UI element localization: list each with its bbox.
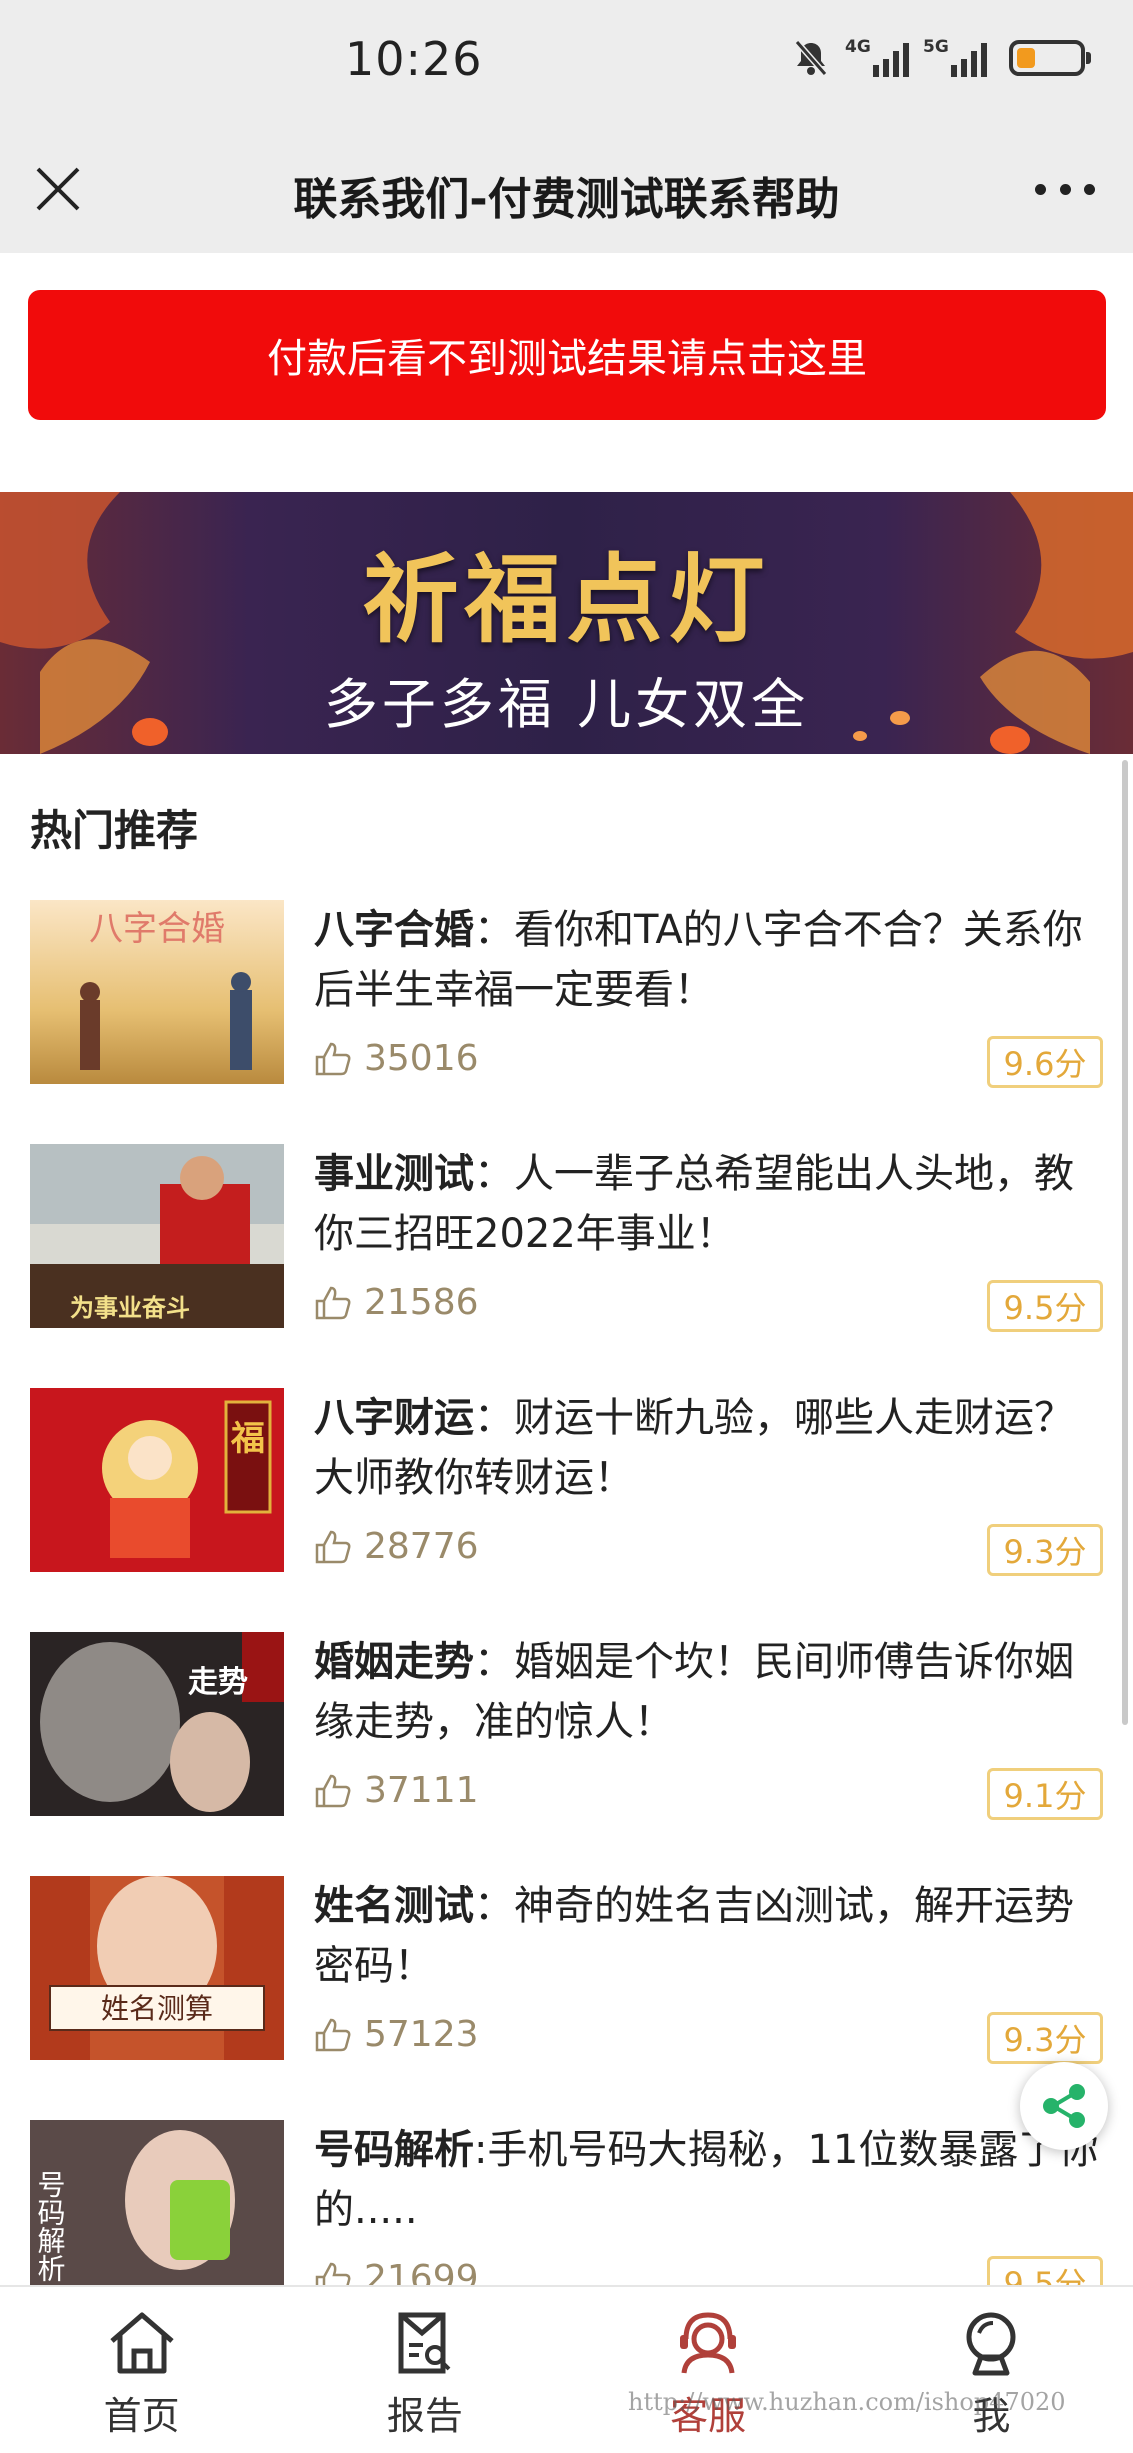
item-title: 婚姻走势 [314,1639,474,1685]
list-item[interactable]: 姓名测算 姓名测试：神奇的姓名吉凶测试，解开运势密码！ 57123 9.3分 [0,1876,1133,2120]
item-text: 事业测试：人一辈子总希望能出人头地，教你三招旺2022年事业！ [314,1144,1104,1264]
likes-count: 37111 [364,1770,479,1811]
watermark: http://www.huzhan.com/ishop47020 [628,2388,1066,2416]
score-badge: 9.3分 [987,1524,1103,1576]
list-item[interactable]: 八字合婚 八字合婚：看你和TA的八字合不合？关系你后半生幸福一定要看！ 3501… [0,900,1133,1144]
item-title: 八字财运 [314,1395,474,1441]
page-title: 联系我们-付费测试联系帮助 [293,174,840,225]
thumbnail-text: 八字合婚 [89,909,225,949]
share-button[interactable] [1020,2062,1108,2150]
likes-count: 21586 [364,1282,479,1323]
user-icon [966,2312,1016,2376]
section-title: 热门推荐 [30,806,199,855]
score-badge: 9.5分 [987,1280,1103,1332]
item-text: 八字财运：财运十断九验，哪些人走财运？大师教你转财运！ [314,1388,1104,1508]
tab-report[interactable]: 报告 [283,2287,566,2453]
payment-help-button[interactable]: 付款后看不到测试结果请点击这里 [28,290,1106,420]
likes[interactable]: 37111 [314,1770,479,1811]
likes-count: 28776 [364,1526,479,1567]
item-title: 号码解析 [314,2127,474,2173]
likes[interactable]: 57123 [314,2014,479,2055]
thumbs-up-icon [315,1042,351,1075]
banner[interactable]: 祈福点灯 多子多福 儿女双全 [0,492,1133,754]
report-icon [398,2312,451,2374]
thumbnail-phone-number: 号码解析 [30,2120,284,2304]
thumbnail-wealth: 福 [30,1388,284,1572]
thumbnail-marriage: 八字合婚 [30,900,284,1084]
banner-title: 祈福点灯 [362,543,771,656]
tab-me[interactable]: 我 [850,2287,1133,2453]
thumbs-up-icon [315,1774,351,1807]
battery-icon [1009,40,1091,76]
likes-count: 57123 [364,2014,479,2055]
tab-label: 首页 [103,2394,180,2438]
score-badge: 9.3分 [987,2012,1103,2064]
thumbnail-marriage-trend: 走势 [30,1632,284,1816]
tab-label: 报告 [386,2394,463,2438]
likes[interactable]: 21586 [314,1282,479,1323]
more-icon[interactable] [1035,177,1095,201]
likes-count: 35016 [364,1038,479,1079]
item-text: 号码解析:手机号码大揭秘，11位数暴露了你的..... [314,2120,1104,2240]
thumbnail-text: 走势 [188,1665,248,1700]
thumbs-up-icon [315,2018,351,2051]
likes[interactable]: 28776 [314,1526,479,1567]
customer-service-icon [680,2312,737,2374]
home-icon [109,2312,174,2374]
signal-5g-icon: 5G [923,37,987,77]
status-bar: 10:26 4G 5G [0,0,1133,125]
share-icon [1043,2084,1085,2128]
item-title: 姓名测试 [314,1883,474,1929]
signal-4g-icon: 4G [845,37,909,77]
network-label-2: 5G [923,37,949,57]
status-icons: 4G 5G [791,37,1091,78]
status-time: 10:26 [345,32,483,86]
thumbs-up-icon [315,1286,351,1319]
item-title: 八字合婚 [314,907,474,953]
list-item[interactable]: 走势 婚姻走势：婚姻是个坎！民间师傅告诉你姻缘走势，准的惊人！ 37111 9.… [0,1632,1133,1876]
tab-home[interactable]: 首页 [0,2287,283,2453]
list-item[interactable]: 福 八字财运：财运十断九验，哪些人走财运？大师教你转财运！ 28776 9.3分 [0,1388,1133,1632]
thumbnail-text: 姓名测算 [101,1992,213,2025]
thumbnail-career: 为事业奋斗 [30,1144,284,1328]
thumbnail-text: 福 [230,1419,265,1459]
score-badge: 9.1分 [987,1768,1103,1820]
item-text: 八字合婚：看你和TA的八字合不合？关系你后半生幸福一定要看！ [314,900,1104,1020]
mute-bell-icon [794,40,828,76]
thumbnail-text: 号码解析 [34,2170,67,2282]
item-text: 姓名测试：神奇的姓名吉凶测试，解开运势密码！ [314,1876,1104,1996]
list-item[interactable]: 为事业奋斗 事业测试：人一辈子总希望能出人头地，教你三招旺2022年事业！ 21… [0,1144,1133,1388]
thumbnail-name-test: 姓名测算 [30,1876,284,2060]
network-label-1: 4G [845,37,871,57]
thumbs-up-icon [315,1530,351,1563]
tab-bar: 首页 报告 客服 我 [0,2285,1133,2453]
likes[interactable]: 35016 [314,1038,479,1079]
item-title: 事业测试 [314,1151,474,1197]
nav-bar: 联系我们-付费测试联系帮助 [0,125,1133,253]
thumbnail-text: 为事业奋斗 [70,1294,190,1322]
score-badge: 9.6分 [987,1036,1103,1088]
tab-customer-service[interactable]: 客服 [567,2287,850,2453]
banner-subtitle: 多子多福 儿女双全 [323,673,810,736]
item-text: 婚姻走势：婚姻是个坎！民间师傅告诉你姻缘走势，准的惊人！ [314,1632,1104,1752]
